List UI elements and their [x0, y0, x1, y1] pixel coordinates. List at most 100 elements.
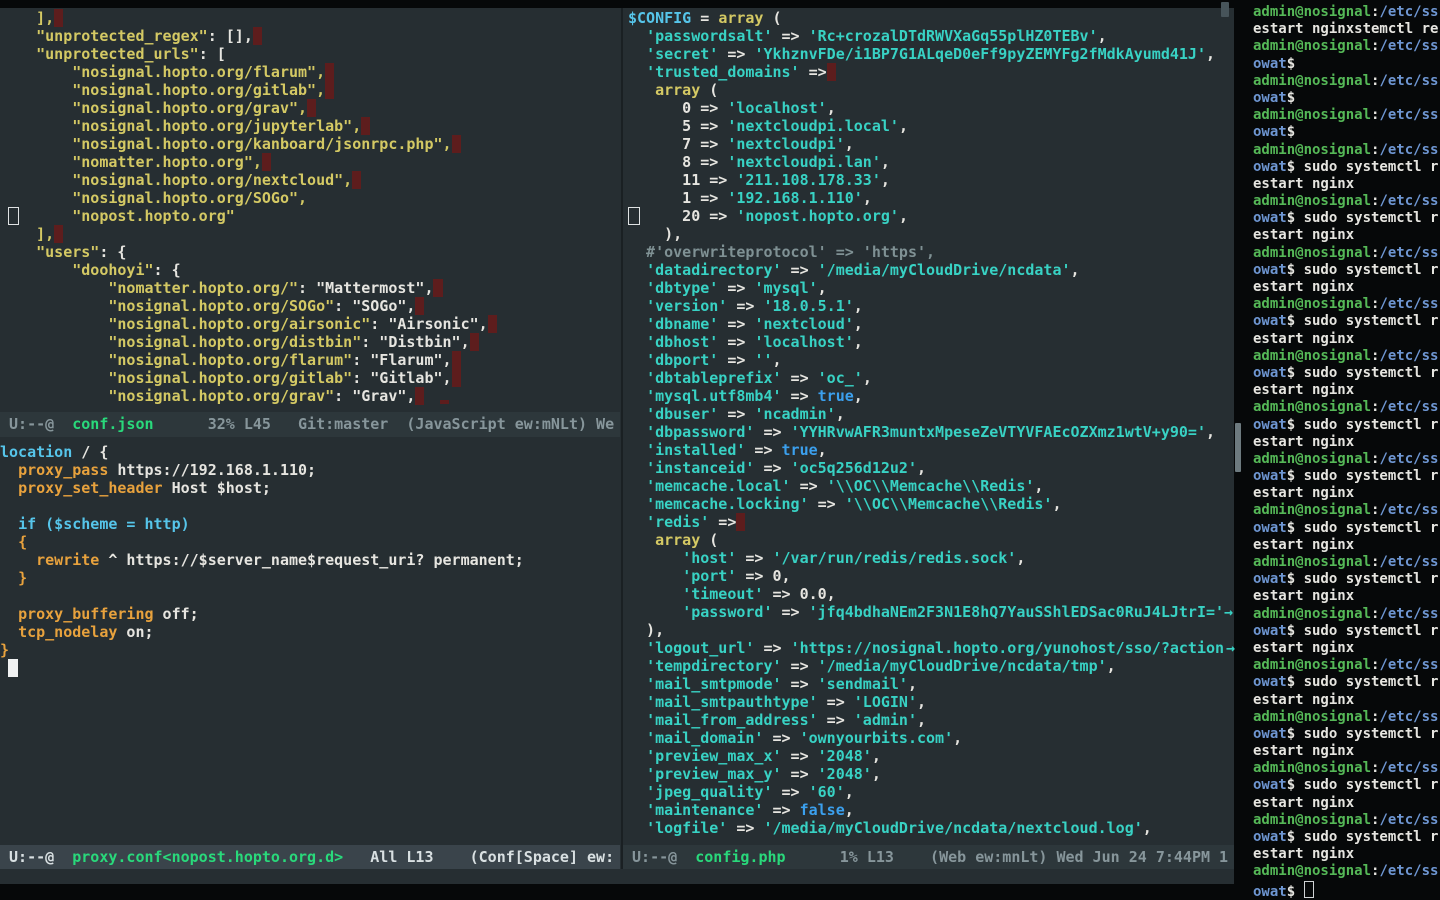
code-line — [0, 659, 620, 677]
code-line: admin@nosignal:/etc/ss — [1253, 193, 1440, 210]
code-line: admin@nosignal:/etc/ss — [1253, 348, 1440, 365]
code-line: 'dbname' => 'nextcloud', — [628, 315, 1239, 333]
code-line: 'installed' => true, — [628, 441, 1239, 459]
code-line: 'instanceid' => 'oc5q256d12u2', — [628, 459, 1239, 477]
line-truncation-arrow: → — [1226, 639, 1235, 657]
code-line: 8 => 'nextcloudpi.lan', — [628, 153, 1239, 171]
code-line: 'version' => '18.0.5.1', — [628, 297, 1239, 315]
code-line: 'redis' => — [628, 513, 1239, 531]
buffer-conf-json[interactable]: ], "unprotected_regex": [], "unprotected… — [0, 9, 620, 406]
code-line: 'tempdirectory' => '/media/myCloudDrive/… — [628, 657, 1239, 675]
modeline-proxy-conf: U:--@ proxy.conf<nopost.hopto.org.d> All… — [0, 845, 620, 869]
code-line: 'dbpassword' => 'YYHRvwAFR3muntxMpeseZeV… — [628, 423, 1239, 441]
code-line: 'mail_domain' => 'ownyourbits.com', — [628, 729, 1239, 747]
code-line: 'mail_smtpauthtype' => 'LOGIN', — [628, 693, 1239, 711]
code-line: ), — [628, 621, 1239, 639]
code-line: } — [0, 641, 620, 659]
code-line: "doohoyi": { — [0, 261, 620, 279]
code-line: location / { — [0, 443, 620, 461]
code-line: owat$ — [1253, 881, 1440, 898]
code-line: proxy_set_header Host $host; — [0, 479, 620, 497]
code-line: array ( — [628, 81, 1239, 99]
code-line: owat$ sudo systemctl r — [1253, 468, 1440, 485]
code-line: 5 => 'nextcloudpi.local', — [628, 117, 1239, 135]
code-line: "users": { — [0, 243, 620, 261]
code-line: 'dbuser' => 'ncadmin', — [628, 405, 1239, 423]
code-line: "nosignal.hopto.org/gitlab": "Gitlab", — [0, 369, 620, 387]
code-line — [0, 587, 620, 605]
buffer-proxy-conf[interactable]: location / { proxy_pass https://192.168.… — [0, 443, 620, 683]
code-line: 'secret' => 'YkhznvFDe/i1BP7G1ALqeD0eFf9… — [628, 45, 1239, 63]
code-line: admin@nosignal:/etc/ss — [1253, 38, 1440, 55]
emacs-scrollbar-thumb[interactable] — [1221, 2, 1229, 17]
code-line: admin@nosignal:/etc/ss — [1253, 606, 1440, 623]
echo-area — [0, 869, 1234, 884]
code-line: owat$ sudo systemctl r — [1253, 313, 1440, 330]
code-line: estart nginx — [1253, 743, 1440, 760]
code-line: admin@nosignal:/etc/ss — [1253, 245, 1440, 262]
code-line: 'dbhost' => 'localhost', — [628, 333, 1239, 351]
code-line: ), — [628, 225, 1239, 243]
code-line: 'dbtableprefix' => 'oc_', — [628, 369, 1239, 387]
code-line: "nosignal.hopto.org/jupyterlab", — [0, 117, 620, 135]
code-line: "nosignal.hopto.org/grav", — [0, 99, 620, 117]
code-line: $CONFIG = array ( — [628, 9, 1239, 27]
code-line: owat$ — [1253, 56, 1440, 73]
modeline-config-php: U:--@ config.php 1% L13 (Web ew:mnLt) We… — [623, 845, 1234, 869]
code-line: admin@nosignal:/etc/ss — [1253, 657, 1440, 674]
code-line: "nopost.hopto.org" — [0, 207, 620, 225]
code-line: 'preview_max_x' => '2048', — [628, 747, 1239, 765]
code-line: 7 => 'nextcloudpi', — [628, 135, 1239, 153]
code-line: "unprotected_urls": [ — [0, 45, 620, 63]
code-line: { — [0, 533, 620, 551]
code-line: owat$ sudo systemctl r — [1253, 262, 1440, 279]
code-line: estart nginx — [1253, 485, 1440, 502]
code-line: admin@nosignal:/etc/ss — [1253, 107, 1440, 124]
line-truncation-arrow: → — [1224, 603, 1233, 621]
terminal-output[interactable]: admin@nosignal:/etc/ssestart nginxstemct… — [1253, 4, 1440, 899]
code-line: "unprotected_regex": [], — [0, 27, 620, 45]
code-line: estart nginx — [1253, 846, 1440, 863]
code-line: 'logout_url' => 'https://nosignal.hopto.… — [628, 639, 1239, 657]
code-line: 'timeout' => 0.0, — [628, 585, 1239, 603]
code-line: 'memcache.local' => '\\OC\\Memcache\\Red… — [628, 477, 1239, 495]
code-line: "nosignal.hopto.org/grav": "Grav", — [0, 387, 620, 405]
code-line: admin@nosignal:/etc/ss — [1253, 554, 1440, 571]
code-line: admin@nosignal:/etc/ss — [1253, 709, 1440, 726]
terminal-scrollbar-thumb[interactable] — [1235, 423, 1241, 472]
code-line: } — [0, 569, 620, 587]
code-line: owat$ — [1253, 124, 1440, 141]
code-line: 'host' => '/var/run/redis/redis.sock', — [628, 549, 1239, 567]
code-line: 'dbtype' => 'mysql', — [628, 279, 1239, 297]
code-line: "nomatter.hopto.org", — [0, 153, 620, 171]
code-line: 0 => 'localhost', — [628, 99, 1239, 117]
code-line: 'password' => 'jfq4bdhaNEm2F3N1E8hQ7YauS… — [628, 603, 1239, 621]
code-line: "nosignal.hopto.org/kanboard/jsonrpc.php… — [0, 135, 620, 153]
terminal-cursor — [1304, 881, 1314, 898]
code-line: estart nginxstemctl re — [1253, 21, 1440, 38]
code-line: estart nginx — [1253, 795, 1440, 812]
code-line: admin@nosignal:/etc/ss — [1253, 296, 1440, 313]
code-line: estart nginx — [1253, 692, 1440, 709]
code-line: estart nginx — [1253, 331, 1440, 348]
buffer-config-php[interactable]: $CONFIG = array ( 'passwordsalt' => 'Rc+… — [623, 9, 1239, 843]
code-line: tcp_nodelay on; — [0, 623, 620, 641]
modeline-conf-json: U:--@ conf.json 32% L45 Git:master (Java… — [0, 412, 620, 437]
code-line: admin@nosignal:/etc/ss — [1253, 863, 1440, 880]
code-line: owat$ sudo systemctl r — [1253, 623, 1440, 640]
code-line: 'dbport' => '', — [628, 351, 1239, 369]
code-line: "nosignal.hopto.org/nextcloud", — [0, 171, 620, 189]
code-line: admin@nosignal:/etc/ss — [1253, 399, 1440, 416]
code-line: "nosignal.hopto.org/airsonic": "Airsonic… — [0, 315, 620, 333]
code-line: owat$ — [1253, 90, 1440, 107]
code-line: estart nginx — [1253, 537, 1440, 554]
code-line: admin@nosignal:/etc/ss — [1253, 4, 1440, 21]
code-line: "nosignal.hopto.org/flarum": "Flarum", — [0, 351, 620, 369]
code-line: owat$ sudo systemctl r — [1253, 726, 1440, 743]
code-line: admin@nosignal:/etc/ss — [1253, 760, 1440, 777]
code-line: admin@nosignal:/etc/ss — [1253, 73, 1440, 90]
code-line: 'maintenance' => false, — [628, 801, 1239, 819]
code-line: 20 => 'nopost.hopto.org', — [628, 207, 1239, 225]
code-line: rewrite ^ https://$server_name$request_u… — [0, 551, 620, 569]
code-line: owat$ sudo systemctl r — [1253, 159, 1440, 176]
